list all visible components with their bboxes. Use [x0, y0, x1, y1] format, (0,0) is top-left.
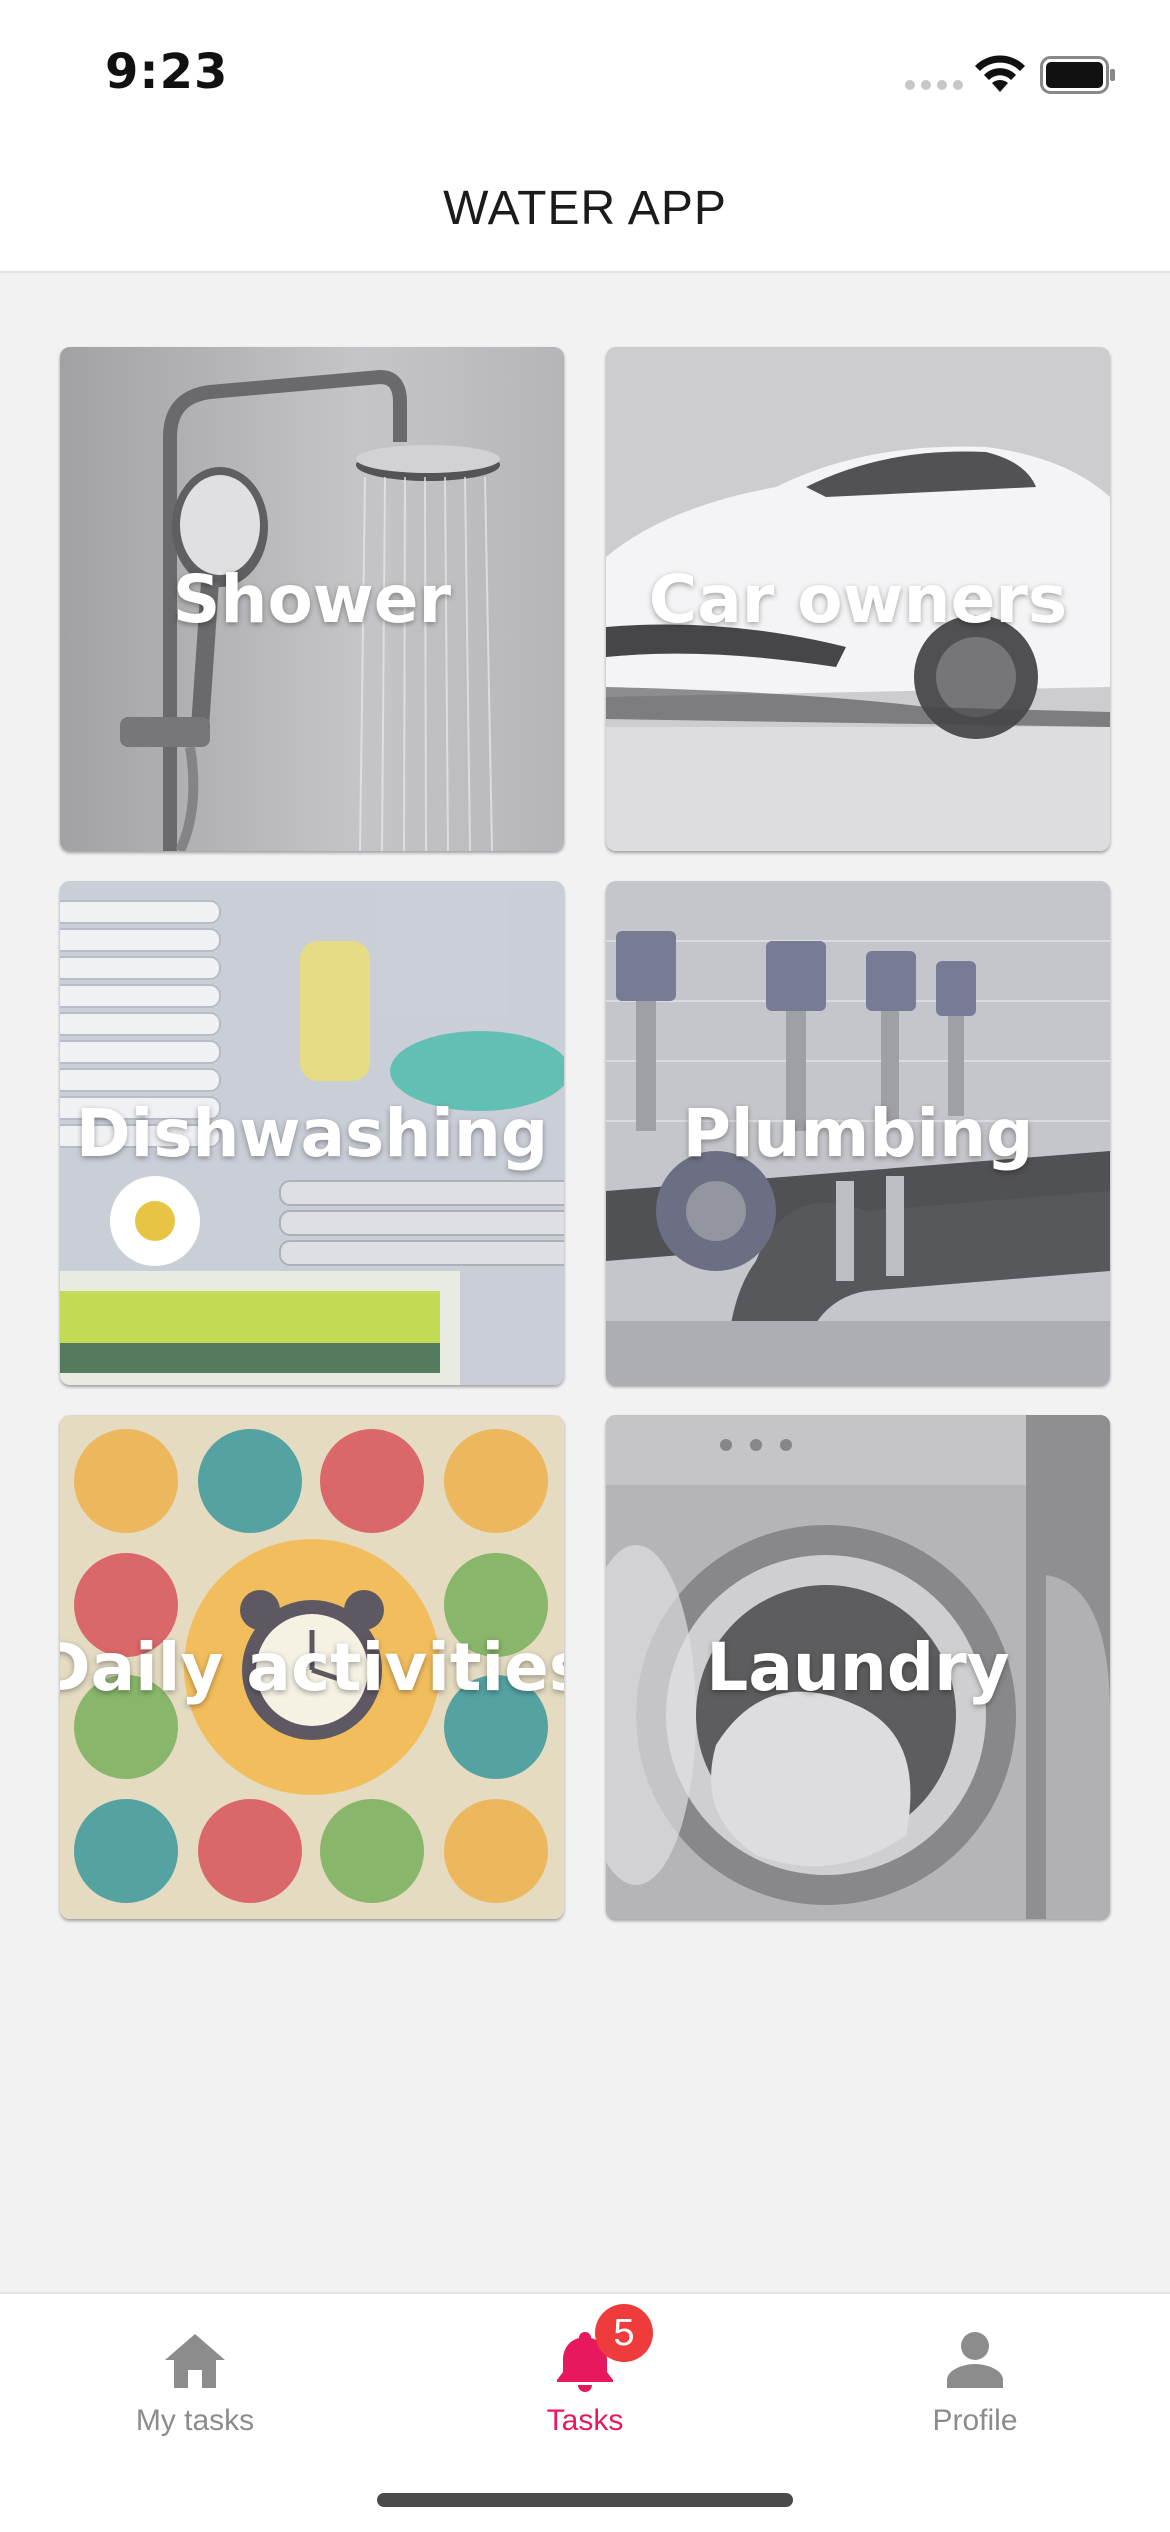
tab-label: Profile: [932, 2404, 1018, 2437]
category-card-car-owners[interactable]: Car owners: [606, 347, 1110, 851]
home-indicator[interactable]: [377, 2493, 793, 2507]
category-label: Plumbing: [682, 1094, 1034, 1172]
page-title: WATER APP: [443, 181, 727, 235]
category-card-laundry[interactable]: Laundry: [606, 1415, 1110, 1919]
category-label: Shower: [172, 560, 452, 638]
signal-icon: [905, 80, 963, 90]
category-grid: Shower Car owners Dishwashing Plumbing D…: [60, 347, 1110, 1919]
category-label: Daily activities: [60, 1628, 564, 1706]
tab-label: My tasks: [135, 2404, 255, 2437]
category-card-shower[interactable]: Shower: [60, 347, 564, 851]
tab-tasks[interactable]: Tasks: [390, 2294, 780, 2464]
category-card-dishwashing[interactable]: Dishwashing: [60, 881, 564, 1385]
tab-profile[interactable]: Profile: [780, 2294, 1170, 2464]
battery-icon: [1040, 56, 1115, 94]
category-card-plumbing[interactable]: Plumbing: [606, 881, 1110, 1385]
category-label: Dishwashing: [75, 1094, 549, 1172]
wifi-icon: [975, 55, 1025, 92]
home-icon: [165, 2334, 225, 2388]
app-header: WATER APP: [0, 145, 1170, 273]
category-label: Car owners: [648, 560, 1068, 638]
person-icon: [947, 2332, 1003, 2388]
notification-badge: 5: [595, 2304, 653, 2362]
tab-label: Tasks: [546, 2404, 624, 2437]
status-bar: 9:23: [0, 0, 1170, 145]
category-label: Laundry: [706, 1628, 1010, 1706]
tab-my-tasks[interactable]: My tasks: [0, 2294, 390, 2464]
status-time: 9:23: [105, 44, 229, 100]
category-card-daily-activities[interactable]: Daily activities: [60, 1415, 564, 1919]
